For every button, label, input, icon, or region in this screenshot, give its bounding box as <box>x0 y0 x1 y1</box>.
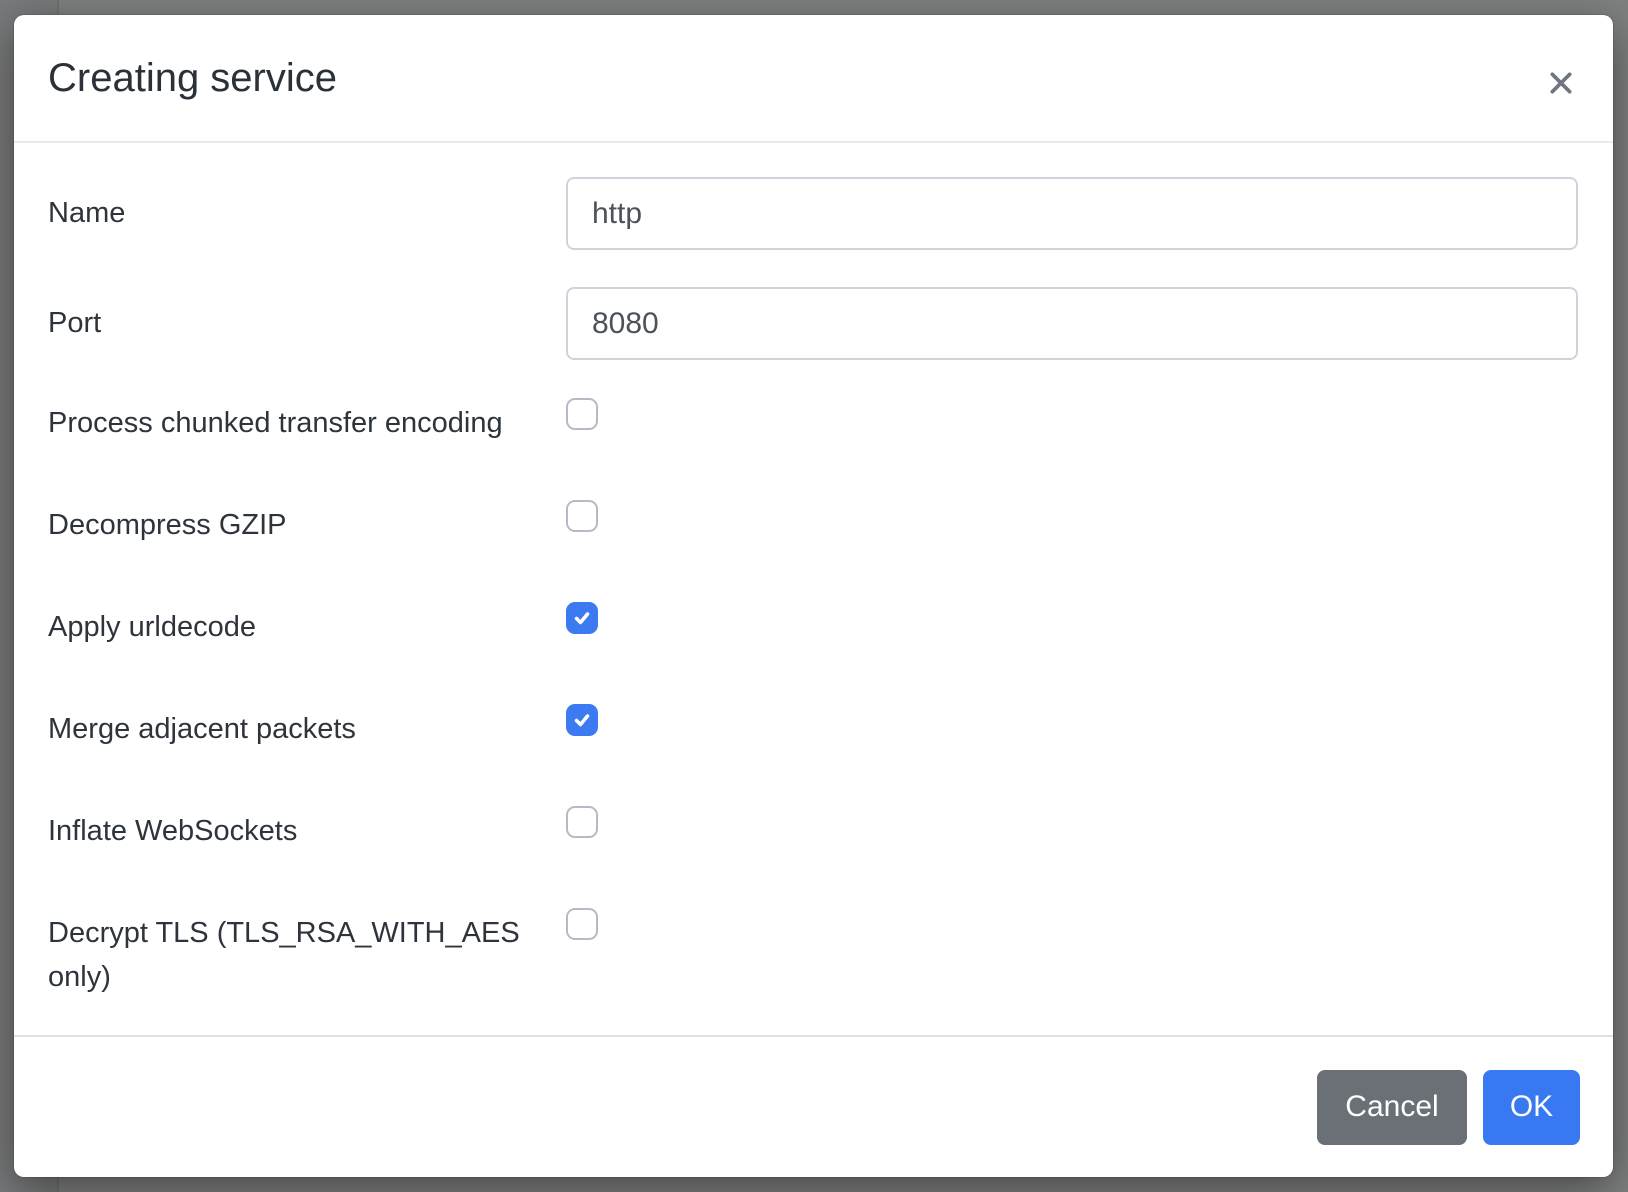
decrypt-tls-label: Decrypt TLS (TLS_RSA_WITH_AES only) <box>48 911 566 999</box>
merge-packets-label: Merge adjacent packets <box>48 707 566 751</box>
form-row-name: Name <box>48 177 1578 250</box>
decompress-gzip-label: Decompress GZIP <box>48 503 566 547</box>
apply-urldecode-label: Apply urldecode <box>48 605 566 649</box>
apply-urldecode-checkbox[interactable] <box>566 602 598 634</box>
close-icon <box>1548 70 1574 96</box>
port-label: Port <box>48 307 566 340</box>
inflate-websockets-checkbox[interactable] <box>566 806 598 838</box>
port-input[interactable] <box>566 287 1578 360</box>
decrypt-tls-checkbox[interactable] <box>566 908 598 940</box>
merge-packets-checkbox[interactable] <box>566 704 598 736</box>
form-row-merge-packets: Merge adjacent packets <box>48 707 1578 751</box>
ok-button[interactable]: OK <box>1483 1070 1580 1145</box>
decompress-gzip-checkbox[interactable] <box>566 500 598 532</box>
name-label: Name <box>48 197 566 230</box>
dialog-body: Name Port Process chunked transfer encod… <box>14 143 1613 1035</box>
dialog-footer: Cancel OK <box>14 1035 1613 1177</box>
process-chunked-label: Process chunked transfer encoding <box>48 401 566 445</box>
creating-service-dialog: Creating service Name Port Process chunk… <box>14 15 1613 1177</box>
process-chunked-checkbox[interactable] <box>566 398 598 430</box>
form-row-decompress-gzip: Decompress GZIP <box>48 503 1578 547</box>
form-row-port: Port <box>48 287 1578 360</box>
checkmark-icon <box>573 609 591 627</box>
cancel-button[interactable]: Cancel <box>1317 1070 1467 1145</box>
form-row-process-chunked: Process chunked transfer encoding <box>48 401 1578 445</box>
checkmark-icon <box>573 711 591 729</box>
dialog-title: Creating service <box>48 56 337 101</box>
form-row-inflate-websockets: Inflate WebSockets <box>48 809 1578 853</box>
close-button[interactable] <box>1537 59 1585 107</box>
form-row-decrypt-tls: Decrypt TLS (TLS_RSA_WITH_AES only) <box>48 911 1578 999</box>
inflate-websockets-label: Inflate WebSockets <box>48 809 566 853</box>
form-row-apply-urldecode: Apply urldecode <box>48 605 1578 649</box>
dialog-header: Creating service <box>14 15 1613 143</box>
name-input[interactable] <box>566 177 1578 250</box>
